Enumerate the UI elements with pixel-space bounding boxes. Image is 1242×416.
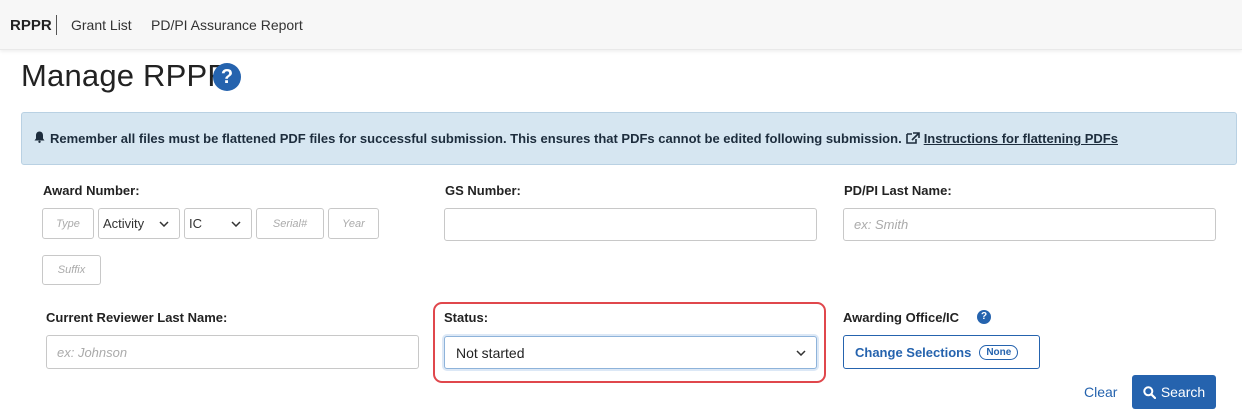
chevron-down-icon <box>231 220 241 227</box>
pdpi-last-name-label: PD/PI Last Name: <box>844 183 952 198</box>
external-link-icon <box>905 132 920 144</box>
search-label: Search <box>1160 384 1206 400</box>
status-select[interactable]: Not started <box>444 336 817 369</box>
selection-count-badge: None <box>979 344 1019 360</box>
question-circle-icon[interactable]: ? <box>977 310 991 324</box>
award-suffix-input[interactable]: Suffix <box>42 255 101 285</box>
award-serial-input[interactable]: Serial# <box>256 208 324 239</box>
nav-brand[interactable]: RPPR <box>10 17 52 34</box>
reviewer-last-name-input[interactable]: ex: Johnson <box>46 335 419 369</box>
gs-number-label: GS Number: <box>445 183 521 198</box>
activity-value: Activity <box>103 216 145 231</box>
nav-link-grant-list[interactable]: Grant List <box>71 17 132 33</box>
page-title: Manage RPPR <box>21 58 230 93</box>
flattening-instructions-link[interactable]: Instructions for flattening PDFs <box>924 131 1118 146</box>
award-year-input[interactable]: Year <box>328 208 379 239</box>
pdpi-last-name-input[interactable]: ex: Smith <box>843 208 1216 241</box>
status-value: Not started <box>456 344 525 361</box>
nav-link-pdpi-assurance-report[interactable]: PD/PI Assurance Report <box>151 17 303 33</box>
change-selections-label: Change Selections <box>855 344 972 360</box>
status-label: Status: <box>444 310 489 325</box>
search-icon <box>1143 385 1156 399</box>
chevron-down-icon <box>796 349 806 356</box>
info-alert: Remember all files must be flattened PDF… <box>21 112 1237 165</box>
award-number-label: Award Number: <box>43 183 140 198</box>
clear-button[interactable]: Clear <box>1084 384 1117 400</box>
top-navigation: RPPR Grant List PD/PI Assurance Report <box>0 0 1242 50</box>
ic-value: IC <box>189 216 202 231</box>
awarding-office-label: Awarding Office/IC <box>843 310 960 325</box>
nav-divider <box>56 15 57 35</box>
award-activity-select[interactable]: Activity <box>98 208 180 239</box>
bell-icon <box>34 131 45 146</box>
question-circle-icon[interactable]: ? <box>213 63 241 91</box>
search-button[interactable]: Search <box>1132 375 1216 409</box>
change-selections-button[interactable]: Change Selections None <box>843 335 1040 369</box>
award-ic-select[interactable]: IC <box>184 208 252 239</box>
chevron-down-icon <box>159 220 169 227</box>
reviewer-last-name-label: Current Reviewer Last Name: <box>46 310 228 325</box>
alert-message: Remember all files must be flattened PDF… <box>50 131 902 146</box>
award-type-input[interactable]: Type <box>42 208 94 239</box>
gs-number-input[interactable] <box>444 208 817 241</box>
